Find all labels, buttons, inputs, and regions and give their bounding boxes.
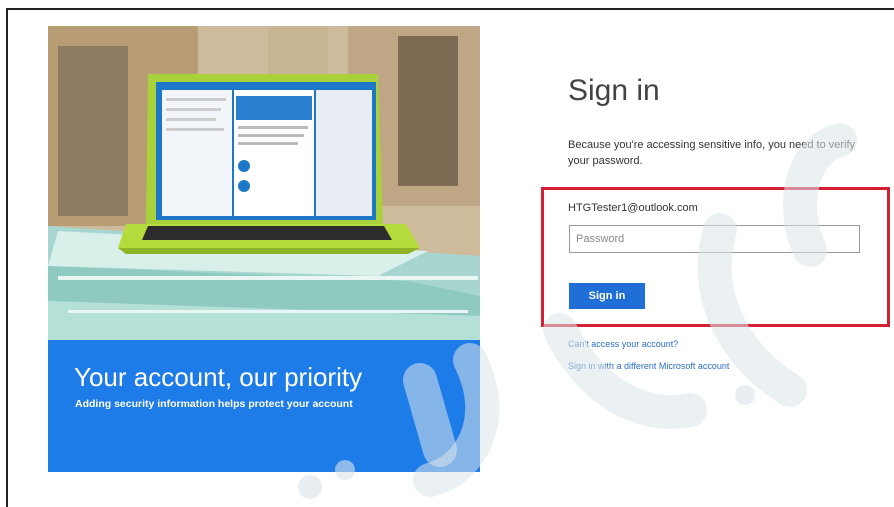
hero-photo-laptop (48, 26, 480, 340)
page-title: Sign in (568, 74, 660, 107)
hero-subtitle: Adding security information helps protec… (75, 398, 353, 410)
different-account-link[interactable]: Sign in with a different Microsoft accou… (568, 361, 729, 371)
password-field[interactable] (569, 225, 860, 253)
cant-access-account-link[interactable]: Can't access your account? (568, 339, 678, 349)
account-email: HTGTester1@outlook.com (568, 202, 698, 214)
signin-description: Because you're accessing sensitive info,… (568, 139, 856, 167)
hero-panel: Your account, our priority Adding securi… (48, 26, 480, 472)
hero-title: Your account, our priority (74, 362, 363, 392)
hero-banner: Your account, our priority Adding securi… (48, 340, 480, 472)
sign-in-button[interactable]: Sign in (569, 283, 645, 309)
